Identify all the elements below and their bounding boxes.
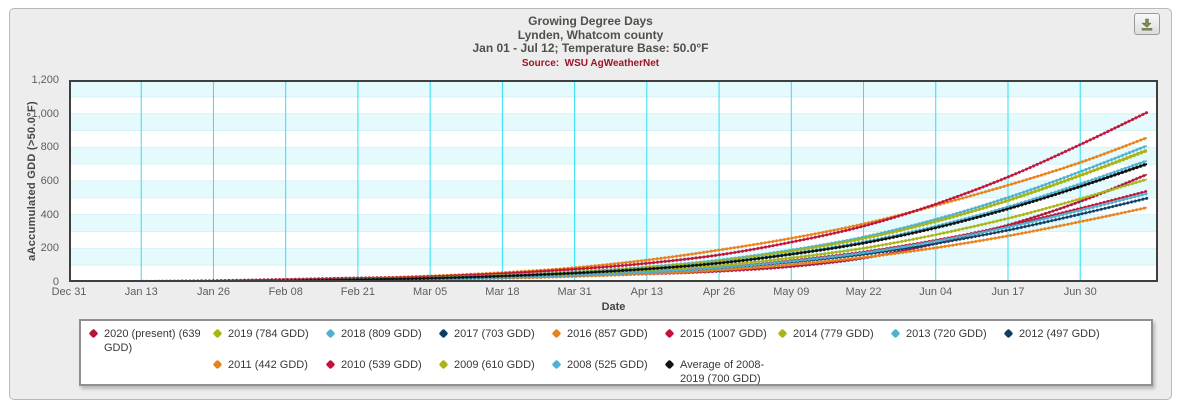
legend-marker-icon [551, 359, 562, 370]
legend-label: 2011 (442 GDD) [228, 358, 308, 371]
legend-marker-icon [664, 359, 675, 370]
legend-item-2012[interactable]: 2012 (497 GDD) [1003, 327, 1115, 356]
x-tick-label: May 09 [773, 286, 810, 298]
legend-label: 2012 (497 GDD) [1019, 328, 1100, 340]
legend-label: 2013 (720 GDD) [906, 328, 987, 340]
legend-marker-icon [325, 328, 336, 339]
y-tick-label: 600 [40, 175, 59, 187]
legend-marker-icon [88, 328, 99, 339]
x-tick-label: Mar 18 [485, 286, 520, 298]
legend-label: 2017 (703 GDD) [454, 328, 535, 340]
legend-marker-icon [551, 328, 562, 339]
legend-item-2009[interactable]: 2009 (610 GDD) [438, 358, 550, 387]
legend-label: Average of 2008-2019 (700 GDD) [680, 358, 765, 385]
legend-label: 2008 (525 GDD) [567, 358, 648, 371]
x-tick-label: May 22 [845, 286, 882, 298]
x-tick-label: Jan 13 [124, 286, 158, 298]
legend-item-2008[interactable]: 2008 (525 GDD) [551, 358, 663, 387]
legend-marker-icon [890, 328, 901, 339]
x-tick-label: Mar 05 [413, 286, 448, 298]
legend-item-2017[interactable]: 2017 (703 GDD) [438, 327, 550, 356]
x-tick-label: Jan 26 [196, 286, 230, 298]
y-tick-label: 400 [40, 208, 59, 221]
y-tick-label: 1,200 [31, 74, 59, 86]
legend-marker-icon [664, 328, 675, 339]
x-tick-label: Jun 30 [1063, 286, 1097, 298]
legend-item-2011[interactable]: 2011 (442 GDD) [212, 358, 324, 387]
legend-marker-icon [1003, 328, 1014, 339]
chart-header: Growing Degree Days Lynden, Whatcom coun… [10, 14, 1171, 70]
x-tick-label: Jun 17 [991, 286, 1025, 298]
x-tick-label: Jun 04 [919, 286, 953, 298]
x-tick-label: Dec 31 [51, 286, 87, 298]
legend-label: 2020 (present) (639 GDD) [104, 328, 201, 355]
x-axis-labels: Dec 31 Jan 13 Jan 26 Feb 08 Feb 21 Mar 05 Mar … [52, 286, 1158, 300]
x-tick-label: Apr 13 [630, 286, 664, 298]
chart-subtitle-location: Lynden, Whatcom county [517, 27, 664, 42]
x-axis-title: Date [601, 301, 626, 313]
legend-item-2015[interactable]: 2015 (1007 GDD) [664, 327, 776, 356]
legend-item-2010[interactable]: 2010 (539 GDD) [325, 358, 437, 387]
legend-label: 2010 (539 GDD) [341, 358, 422, 371]
legend-item-2018[interactable]: 2018 (809 GDD) [325, 327, 437, 356]
chart-title: Growing Degree Days [528, 14, 653, 28]
legend-label: 2015 (1007 GDD) [680, 328, 767, 340]
source-value: WSU AgWeatherNet [564, 57, 660, 69]
legend-label: 2009 (610 GDD) [454, 358, 535, 371]
legend-item-2016[interactable]: 2016 (857 GDD) [551, 327, 663, 356]
legend-grid: 2020 (present) (639 GDD) 2019 (784 GDD) 20… [88, 327, 1143, 387]
legend-label: 2018 (809 GDD) [341, 328, 422, 340]
chart-subtitle-range: Jan 01 - Jul 12; Temperature Base: 50.0°… [472, 41, 709, 55]
legend-marker-icon [438, 359, 449, 370]
legend-marker-icon [777, 328, 788, 339]
legend-item-2013[interactable]: 2013 (720 GDD) [890, 327, 1002, 356]
source-label: Source: [521, 57, 560, 69]
y-axis-labels: 0 200 400 600 800 1,000 1,200 [10, 74, 62, 288]
y-tick-label: 200 [40, 242, 59, 255]
gdd-chart-widget: Growing Degree Days Lynden, Whatcom coun… [9, 8, 1172, 400]
legend-marker-icon [212, 328, 223, 339]
chart-source: Source: WSU AgWeatherNet [10, 57, 1171, 70]
legend-item-2019[interactable]: 2019 (784 GDD) [212, 327, 324, 356]
y-tick-label: 800 [40, 141, 59, 154]
legend-label: 2016 (857 GDD) [567, 328, 648, 340]
plot-area [67, 80, 1158, 284]
legend-marker-icon [212, 359, 223, 370]
legend-marker-icon [325, 359, 336, 370]
x-tick-label: Apr 26 [702, 286, 736, 298]
x-tick-label: Mar 31 [557, 286, 592, 298]
x-tick-label: Feb 08 [268, 286, 303, 298]
y-tick-label: 1,000 [31, 107, 59, 120]
legend-item-2014[interactable]: 2014 (779 GDD) [777, 327, 889, 356]
legend-label: 2014 (779 GDD) [793, 328, 874, 340]
legend-marker-icon [438, 328, 449, 339]
legend-item-2020[interactable]: 2020 (present) (639 GDD) [88, 327, 211, 356]
x-tick-label: Feb 21 [340, 286, 376, 298]
legend-item-average-2008-2019[interactable]: Average of 2008-2019 (700 GDD) [664, 358, 776, 387]
legend: 2020 (present) (639 GDD) 2019 (784 GDD) 20… [79, 319, 1153, 386]
legend-label: 2019 (784 GDD) [228, 328, 309, 340]
chart-canvas [67, 80, 1158, 284]
